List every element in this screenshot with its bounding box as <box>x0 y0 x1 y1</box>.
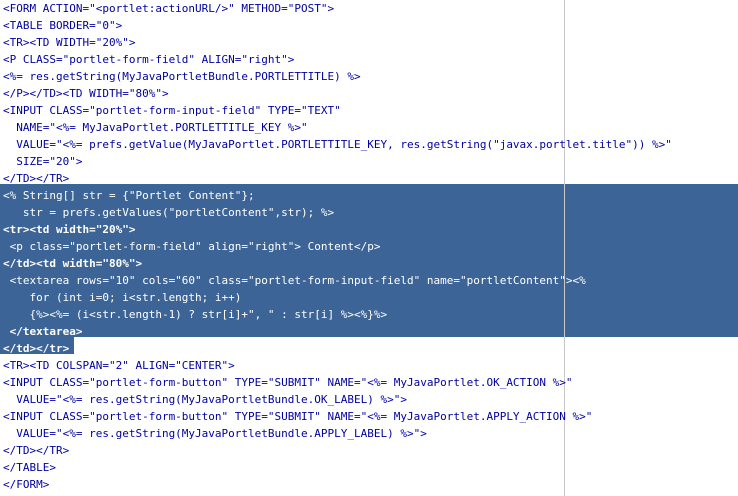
code-line[interactable]: <INPUT CLASS="portlet-form-button" TYPE=… <box>0 374 738 391</box>
code-line[interactable]: </P></TD><TD WIDTH="80%"> <box>0 85 738 102</box>
code-line[interactable]: <INPUT CLASS="portlet-form-button" TYPE=… <box>0 408 738 425</box>
code-line-selected[interactable]: for (int i=0; i<str.length; i++) <box>0 289 738 306</box>
code-line-selected[interactable]: <textarea rows="10" cols="60" class="por… <box>0 272 738 289</box>
code-line[interactable]: <FORM ACTION="<portlet:actionURL/>" METH… <box>0 0 738 17</box>
code-line-selected[interactable]: <tr><td width="20%"> <box>0 221 738 238</box>
code-line-selected[interactable]: </td></tr> <box>0 340 738 357</box>
code-line[interactable]: </TABLE> <box>0 459 738 476</box>
code-line[interactable]: <TABLE BORDER="0"> <box>0 17 738 34</box>
code-line[interactable]: </TD></TR> <box>0 170 738 187</box>
code-lines[interactable]: <FORM ACTION="<portlet:actionURL/>" METH… <box>0 0 738 493</box>
code-line[interactable]: </TD></TR> <box>0 442 738 459</box>
code-line[interactable]: <TR><TD WIDTH="20%"> <box>0 34 738 51</box>
code-line[interactable]: VALUE="<%= res.getString(MyJavaPortletBu… <box>0 425 738 442</box>
code-line[interactable]: <TR><TD COLSPAN="2" ALIGN="CENTER"> <box>0 357 738 374</box>
code-line-selected[interactable]: </textarea> <box>0 323 738 340</box>
code-line[interactable]: VALUE="<%= prefs.getValue(MyJavaPortlet.… <box>0 136 738 153</box>
code-editor[interactable]: <FORM ACTION="<portlet:actionURL/>" METH… <box>0 0 738 496</box>
code-line[interactable]: NAME="<%= MyJavaPortlet.PORTLETTITLE_KEY… <box>0 119 738 136</box>
code-line[interactable]: <P CLASS="portlet-form-field" ALIGN="rig… <box>0 51 738 68</box>
code-line[interactable]: </FORM> <box>0 476 738 493</box>
code-line[interactable]: <INPUT CLASS="portlet-form-input-field" … <box>0 102 738 119</box>
code-line-selected[interactable]: str = prefs.getValues("portletContent",s… <box>0 204 738 221</box>
code-line-selected[interactable]: </td><td width="80%"> <box>0 255 738 272</box>
code-line-selected[interactable]: <p class="portlet-form-field" align="rig… <box>0 238 738 255</box>
code-line-selected[interactable]: <% String[] str = {"Portlet Content"}; <box>0 187 738 204</box>
code-line[interactable]: VALUE="<%= res.getString(MyJavaPortletBu… <box>0 391 738 408</box>
code-line[interactable]: SIZE="20"> <box>0 153 738 170</box>
code-line[interactable]: <%= res.getString(MyJavaPortletBundle.PO… <box>0 68 738 85</box>
code-line-selected[interactable]: {%><%= (i<str.length-1) ? str[i]+", " : … <box>0 306 738 323</box>
